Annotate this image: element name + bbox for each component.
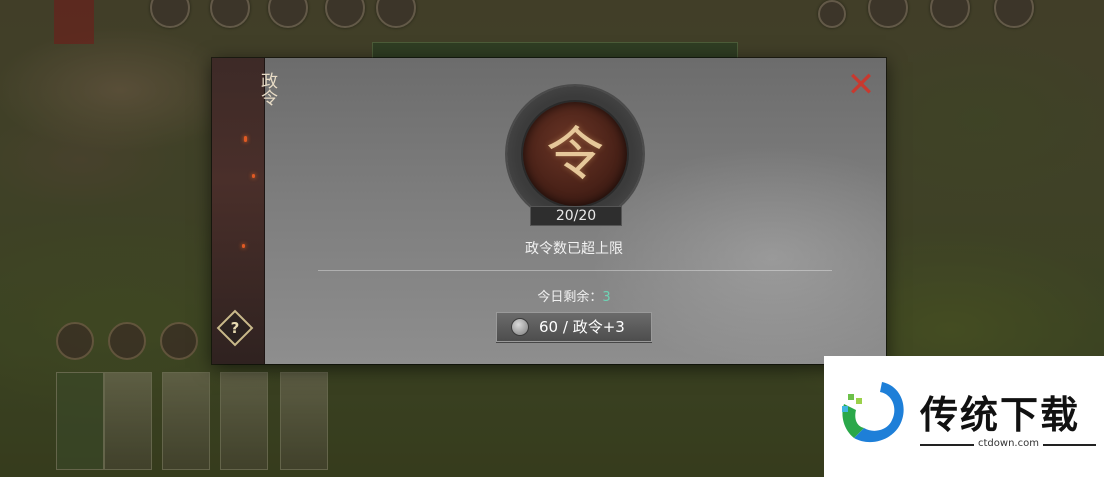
help-icon[interactable]: ? [222, 315, 248, 341]
watermark: 传统下载 ctdown.com [824, 356, 1104, 477]
buy-decree-button[interactable]: 60 / 政令+3 [496, 312, 652, 342]
decree-dialog: 政令 ? ✕ 令 20/20 政令数已超上限 今日剩余：3 60 / 政令+3 [212, 58, 886, 364]
faction-flag[interactable] [54, 0, 94, 44]
status-message: 政令数已超上限 [525, 241, 623, 257]
skill-icon[interactable] [56, 322, 94, 360]
buy-price: 60 [539, 318, 559, 336]
watermark-url: ctdown.com [974, 438, 1043, 449]
skill-icon[interactable] [160, 322, 198, 360]
divider [318, 270, 832, 271]
coin-icon [511, 318, 529, 336]
ember-decoration [242, 244, 245, 248]
buy-separator: / [558, 318, 573, 336]
ember-decoration [252, 174, 255, 178]
unit-card[interactable] [280, 372, 328, 470]
close-button[interactable]: ✕ [846, 68, 876, 102]
remaining-today: 今日剩余：3 [424, 286, 724, 305]
top-menu-icon[interactable] [818, 0, 846, 28]
unit-card[interactable] [162, 372, 210, 470]
watermark-title: 传统下载 [920, 393, 1081, 437]
skill-icon[interactable] [108, 322, 146, 360]
dialog-title: 政令 [257, 72, 277, 106]
unit-card[interactable] [220, 372, 268, 470]
unit-card[interactable] [56, 372, 104, 470]
buy-button-label: 60 / 政令+3 [539, 313, 625, 341]
decree-emblem-char: 令 [545, 120, 604, 188]
buy-reward: 政令+3 [572, 318, 625, 336]
decree-emblem-inner: 令 [523, 102, 627, 206]
close-icon[interactable]: ✕ [847, 65, 876, 105]
remaining-label: 今日剩余： [537, 290, 603, 305]
remaining-value: 3 [602, 290, 611, 305]
watermark-logo-icon [842, 382, 904, 443]
dialog-side-strip: 政令 ? [212, 58, 277, 364]
decree-emblem: 令 [507, 86, 643, 222]
unit-card[interactable] [104, 372, 152, 470]
decree-count: 20/20 [530, 206, 622, 226]
ember-decoration [244, 136, 247, 142]
